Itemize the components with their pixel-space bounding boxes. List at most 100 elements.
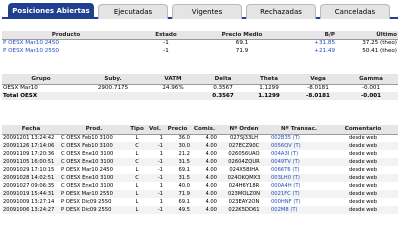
- order-tipo: C: [128, 158, 146, 166]
- order-fecha: 20091006 13:24:27: [2, 206, 60, 214]
- order-comentario: desde web: [348, 198, 378, 205]
- tab-ejecutadas[interactable]: Ejecutadas: [98, 4, 168, 19]
- tab-posiciones-abiertas[interactable]: Posiciones Abiertas: [8, 3, 94, 19]
- order-comis: 4.00: [191, 142, 218, 150]
- header-comentario: Comentario: [328, 125, 398, 135]
- order-comis: 4.00: [205, 182, 217, 189]
- table-row: OESX Mar10 2900.7175 24.96% 0.3567 1.129…: [2, 84, 398, 92]
- order-tipo: L: [135, 182, 139, 189]
- table-row[interactable]: P OESX Mar10 2550 -1 71.9 +21.49 50.41 (…: [2, 47, 398, 55]
- header-grupo: Grupo: [2, 74, 80, 85]
- position-bp: +31.85: [314, 40, 335, 47]
- order-comis: 4.00: [205, 150, 217, 157]
- order-tipo: L: [135, 135, 139, 142]
- order-fecha: 20091019 15:44:31: [2, 190, 60, 198]
- order-precio: 31.5: [164, 158, 191, 166]
- order-transac-link[interactable]: 002B35 (T): [270, 134, 328, 142]
- order-transac-link[interactable]: 003LH0 (T): [270, 174, 328, 182]
- order-precio: 40.0: [178, 182, 190, 189]
- tab-vigentes[interactable]: Vigentes: [172, 4, 242, 19]
- order-transac-link[interactable]: 0021FC (T): [270, 190, 328, 198]
- header-theta: Theta: [246, 74, 292, 85]
- order-vol: 1: [159, 182, 163, 189]
- order-tipo: L: [128, 206, 146, 214]
- order-precio: 36.0: [178, 135, 190, 142]
- table-row: 20091126 17:14:06 C OESX Feb10 3100 C -1 30.…: [2, 142, 398, 150]
- tab-canceladas[interactable]: Canceladas: [320, 4, 390, 19]
- order-prod: C OESX Feb10 3100: [60, 142, 128, 150]
- order-prod: C OESX Ene10 3100: [60, 158, 128, 166]
- order-tipo: L: [135, 150, 139, 157]
- position-estado: -1: [163, 40, 169, 47]
- order-comentario: desde web: [348, 150, 378, 157]
- order-precio: 69.1: [178, 198, 190, 205]
- total-vatm: [146, 92, 200, 100]
- order-vol: 1: [159, 150, 163, 157]
- greeks-suby: 2900.7175: [97, 85, 129, 92]
- order-prod: P OESX Mar10 2550: [60, 190, 128, 198]
- order-transac-link[interactable]: 0066T6 (T): [270, 166, 328, 174]
- header-transac: Nº Transac.: [270, 125, 328, 135]
- order-prod: C OESX Ene10 3100: [61, 150, 114, 157]
- total-suby: [80, 92, 146, 100]
- position-product-link[interactable]: P OESX Mar10 2550: [2, 47, 130, 55]
- header-fecha: Fecha: [2, 125, 60, 135]
- order-numero: 027SJ33LH: [229, 135, 259, 142]
- order-tipo: L: [128, 190, 146, 198]
- total-vega: -8.0181: [292, 92, 344, 100]
- order-transac-link[interactable]: 0049TV (T): [270, 158, 328, 166]
- order-tipo: C: [128, 174, 146, 182]
- greeks-table: Grupo Suby. VATM Delta Theta Vega Gamma …: [2, 74, 398, 100]
- order-numero: 024H6Y18R: [228, 182, 260, 189]
- table-row: 20091029 17:10:15 P OESX Mar10 2450 L -1 69.…: [2, 166, 398, 174]
- order-transac-link[interactable]: 000HNF (T): [270, 198, 328, 206]
- order-fecha: 20091109 17:20:36: [3, 150, 55, 157]
- order-precio: 71.9: [164, 190, 191, 198]
- order-prod: C OESX Ene10 3100: [60, 174, 128, 182]
- tab-rechazadas[interactable]: Rechazadas: [246, 4, 316, 19]
- order-prod: P OESX Dic09 2550: [61, 198, 112, 205]
- order-fecha: 20091105 16:00:51: [2, 158, 60, 166]
- position-ultimo: 37.25 (theo): [362, 40, 397, 47]
- position-bp: +21.49: [314, 47, 335, 54]
- table-row: 20091006 13:24:27 P OESX Dic09 2550 L -1 49.…: [2, 206, 398, 214]
- order-comentario: desde web: [348, 135, 378, 142]
- greeks-vega: -8.0181: [307, 85, 329, 92]
- order-transac-link[interactable]: 002M8 (T): [270, 206, 328, 214]
- order-comentario: desde web: [328, 158, 398, 166]
- total-theta: 1.1299: [246, 92, 292, 100]
- table-row: 20091019 15:44:31 P OESX Mar10 2550 L -1 71.…: [2, 190, 398, 198]
- greeks-vatm: 24.96%: [162, 85, 184, 92]
- order-prod: P OESX Mar10 2450: [61, 166, 113, 173]
- table-row[interactable]: P OESX Mar10 2450 -1 69.1 +31.85 37.25 (…: [2, 39, 398, 47]
- order-numero: 022K5DD61: [218, 206, 270, 214]
- position-product-link[interactable]: P OESX Mar10 2450: [2, 39, 130, 47]
- order-transac-link[interactable]: 0056QV (T): [270, 142, 328, 150]
- greeks-gamma: -0.001: [361, 85, 381, 92]
- table-row: 20091109 17:20:36 C OESX Ene10 3100 L 1 21.2…: [2, 150, 398, 158]
- header-gamma: Gamma: [344, 74, 398, 85]
- order-fecha: 20091028 14:02:51: [2, 174, 60, 182]
- total-gamma: -0.001: [344, 92, 398, 100]
- position-ultimo: 50.41 (theo): [362, 47, 397, 54]
- header-ultimo: Último: [336, 31, 398, 40]
- header-prod: Prod.: [60, 125, 128, 135]
- order-precio: 69.1: [178, 166, 190, 173]
- order-transac-link[interactable]: 004A3I (T): [270, 150, 328, 158]
- order-comis: 4.00: [191, 206, 218, 214]
- order-comis: 4.00: [205, 166, 217, 173]
- order-tipo: C: [128, 142, 146, 150]
- header-vol: Vol.: [146, 125, 164, 135]
- order-transac-link[interactable]: 000A4H (T): [270, 182, 328, 190]
- table-row: 20091027 09:06:35 C OESX Ene10 3100 L 1 40.0…: [2, 182, 398, 190]
- header-precio-medio: Precio Medio: [202, 31, 282, 40]
- header-vatm: VATM: [146, 74, 200, 85]
- header-producto: Producto: [2, 31, 130, 40]
- header-suby: Suby.: [80, 74, 146, 85]
- order-comentario: desde web: [328, 174, 398, 182]
- order-fecha: 20091126 17:14:06: [2, 142, 60, 150]
- order-comentario: desde web: [348, 166, 378, 173]
- order-numero: 026056UAO: [228, 150, 260, 157]
- greeks-total-row: Total OESX 0.3567 1.1299 -8.0181 -0.001: [2, 92, 398, 100]
- greeks-header-row: Grupo Suby. VATM Delta Theta Vega Gamma: [2, 74, 398, 85]
